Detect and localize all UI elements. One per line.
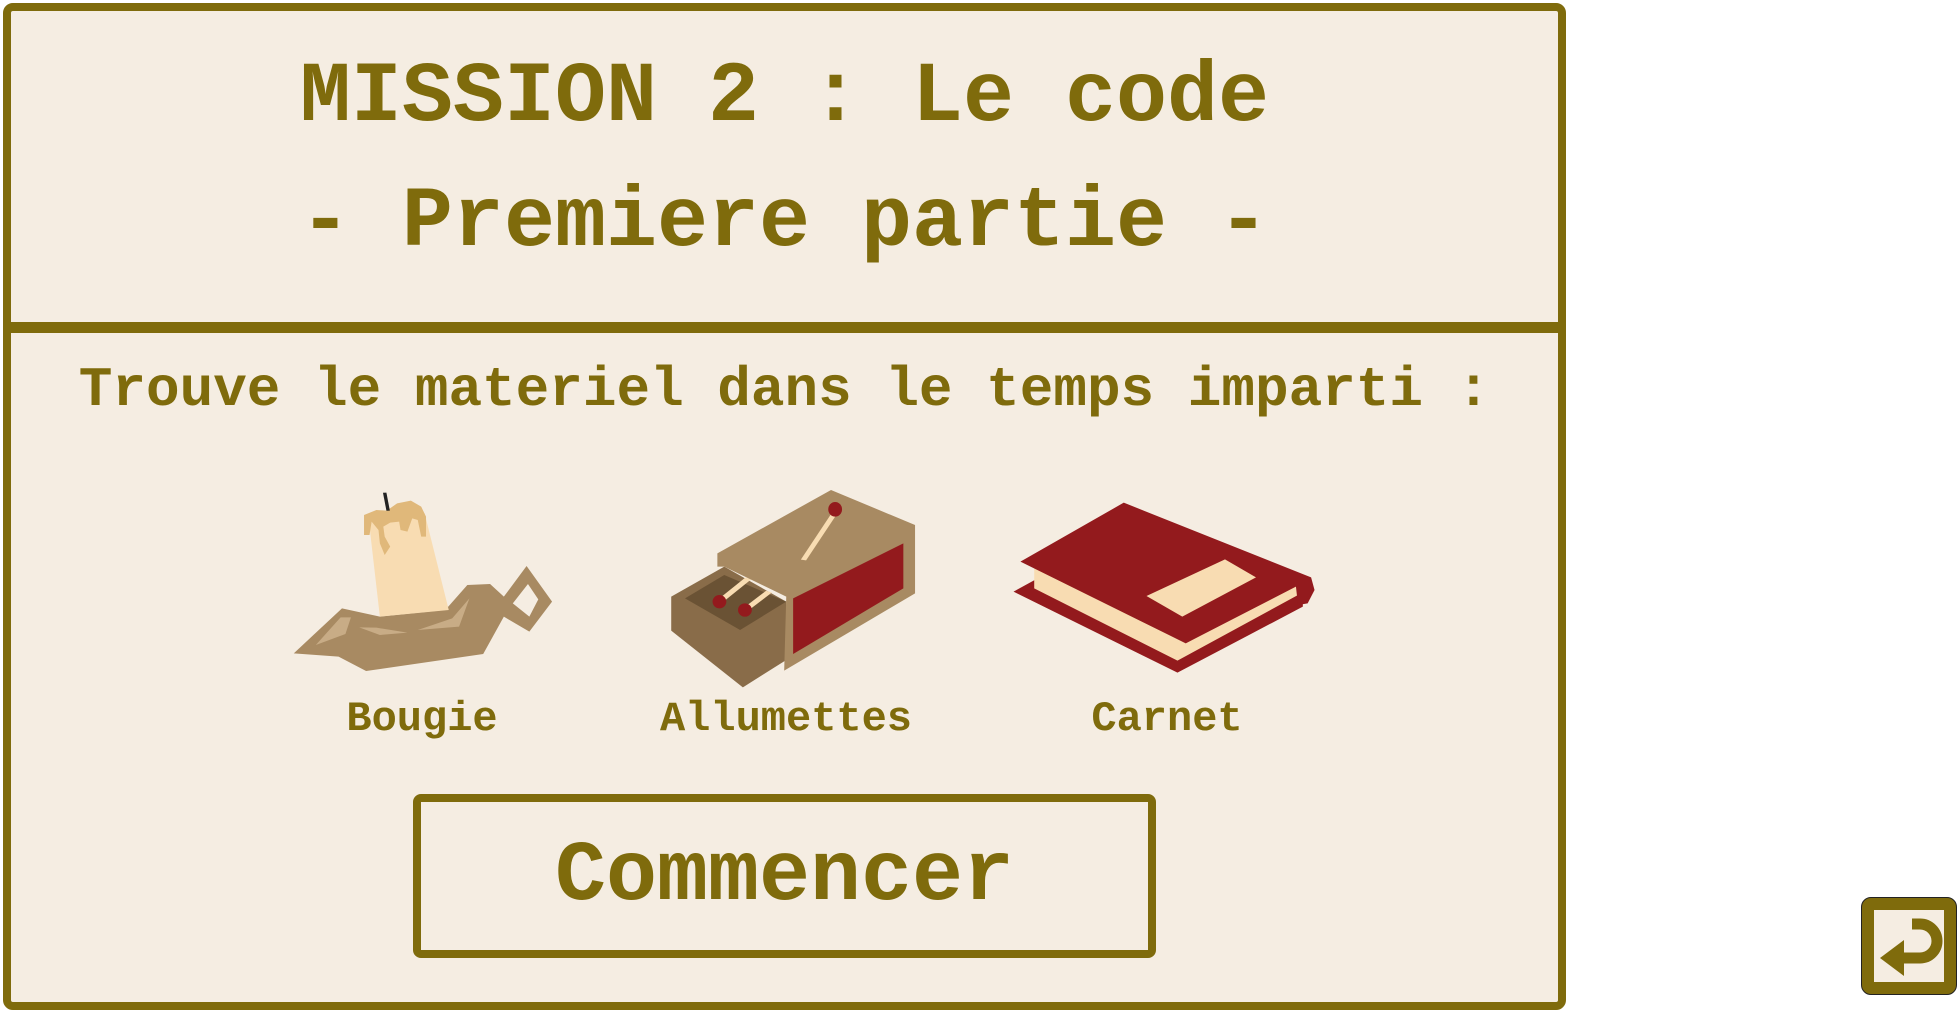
mission-title: MISSION 2 : Le code — [299, 49, 1270, 146]
items-illustrations — [293, 490, 1315, 688]
item-label-carnet: Carnet — [1091, 695, 1243, 743]
mission-subtitle: - Premiere partie - — [299, 174, 1270, 271]
back-button[interactable] — [1861, 897, 1957, 995]
matchbox-icon — [671, 490, 916, 688]
start-button[interactable]: Commencer — [413, 794, 1156, 958]
item-label-bougie: Bougie — [346, 695, 498, 743]
item-label-allumettes: Allumettes — [659, 695, 913, 743]
candle-icon — [293, 492, 553, 671]
return-arrow-icon — [1880, 918, 1943, 976]
instruction-text: Trouve le materiel dans le temps imparti… — [78, 358, 1491, 422]
back-button-face — [1874, 910, 1944, 982]
header-divider — [3, 322, 1566, 333]
notebook-icon — [1013, 502, 1315, 673]
